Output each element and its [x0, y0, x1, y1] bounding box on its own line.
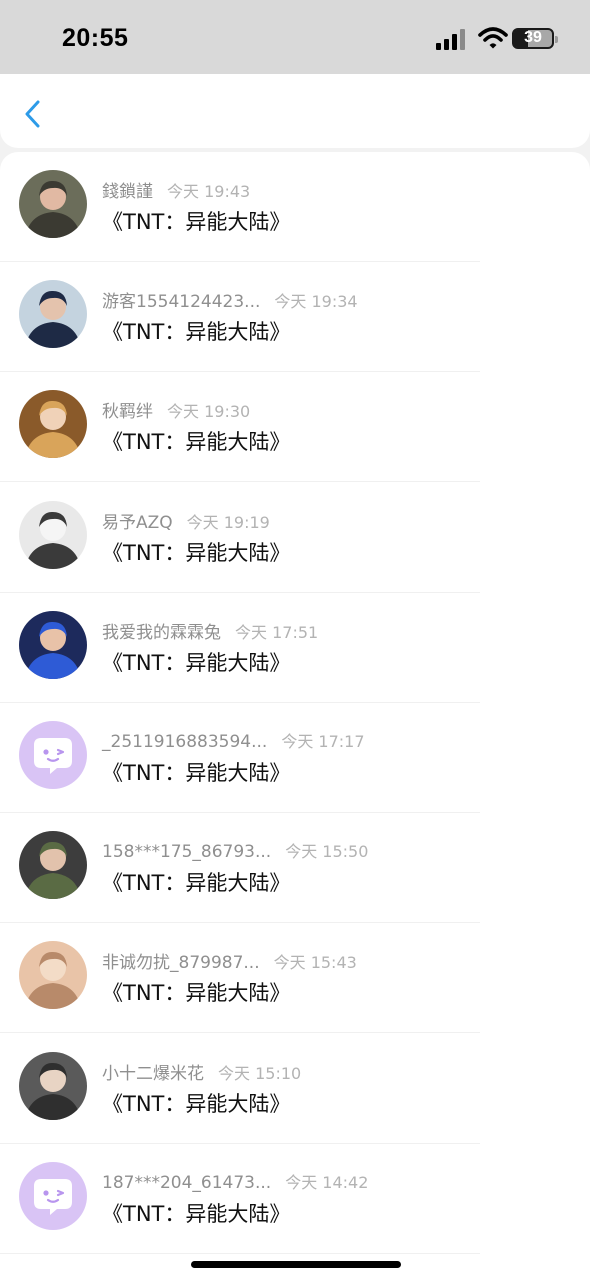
message-text: 《TNT：异能大陆》 — [102, 1201, 291, 1226]
timestamp: 今天 14:42 — [285, 1172, 369, 1192]
username[interactable]: 錢鎖謹 — [102, 177, 153, 202]
username[interactable]: 187***204_61473... — [102, 1173, 271, 1193]
home-bar — [0, 1254, 590, 1280]
list-item[interactable]: 非诚勿扰_879987... 今天 15:43 《TNT：异能大陆》 — [0, 923, 590, 1034]
item-meta: 小十二爆米花 今天 15:10 — [102, 1059, 302, 1084]
message-text: 《TNT：异能大陆》 — [102, 761, 291, 785]
list-item[interactable]: 秋羁绊 今天 19:30 《TNT：异能大陆》 — [0, 372, 590, 483]
list-item[interactable]: 我爱我的霖霖兔 今天 17:51 《TNT：异能大陆》 — [0, 593, 590, 703]
message-list: 錢鎖謹 今天 19:43 《TNT：异能大陆》 游客1554124423... 今天 1… — [0, 152, 590, 1254]
item-meta: 易予AZQ 今天 19:19 — [102, 508, 270, 533]
message-text: 《TNT：异能大陆》 — [102, 650, 291, 675]
timestamp: 今天 15:10 — [218, 1063, 302, 1083]
avatar[interactable] — [19, 280, 87, 349]
message-text: 《TNT：异能大陆》 — [102, 320, 291, 345]
item-meta: 非诚勿扰_879987... 今天 15:43 — [102, 948, 357, 973]
list-item[interactable]: _2511916883594... 今天 17:17 《TNT：异能大陆》 — [0, 703, 590, 813]
wifi-icon — [478, 27, 508, 49]
list-item[interactable]: 易予AZQ 今天 19:19 《TNT：异能大陆》 — [0, 483, 590, 593]
item-meta: 秋羁绊 今天 19:30 — [102, 397, 251, 422]
message-text: 《TNT：异能大陆》 — [102, 210, 291, 234]
avatar[interactable] — [19, 170, 87, 238]
avatar-default-chat-icon[interactable] — [19, 721, 87, 789]
avatar-default-chat-icon[interactable] — [19, 1161, 87, 1230]
avatar[interactable] — [19, 1051, 87, 1120]
avatar[interactable] — [19, 610, 87, 679]
item-meta: 我爱我的霖霖兔 今天 17:51 — [102, 618, 319, 643]
back-button[interactable] — [14, 94, 54, 134]
username[interactable]: 我爱我的霖霖兔 — [102, 618, 221, 643]
status-bar: 20:55 39 — [0, 0, 590, 74]
item-meta: 187***204_61473... 今天 14:42 — [102, 1169, 368, 1193]
message-text: 《TNT：异能大陆》 — [102, 540, 291, 565]
username[interactable]: 158***175_86793... — [102, 842, 271, 862]
item-meta: 158***175_86793... 今天 15:50 — [102, 838, 368, 862]
timestamp: 今天 17:17 — [281, 732, 365, 751]
avatar[interactable] — [19, 390, 87, 459]
signal-icon — [436, 29, 465, 50]
status-time: 20:55 — [62, 24, 129, 52]
list-item[interactable]: 錢鎖謹 今天 19:43 《TNT：异能大陆》 — [0, 152, 590, 262]
message-text: 《TNT：异能大陆》 — [102, 981, 291, 1006]
timestamp: 今天 19:43 — [167, 182, 251, 201]
battery-icon: 39 — [512, 28, 558, 49]
avatar[interactable] — [19, 500, 87, 569]
username[interactable]: 易予AZQ — [102, 508, 173, 533]
message-text: 《TNT：异能大陆》 — [102, 1091, 291, 1116]
username[interactable]: 游客1554124423... — [102, 287, 260, 312]
timestamp: 今天 19:34 — [274, 292, 358, 312]
list-item[interactable]: 158***175_86793... 今天 15:50 《TNT：异能大陆》 — [0, 813, 590, 924]
home-indicator[interactable] — [191, 1261, 401, 1268]
list-item[interactable]: 小十二爆米花 今天 15:10 《TNT：异能大陆》 — [0, 1034, 590, 1144]
chevron-left-icon — [25, 100, 40, 128]
username[interactable]: 小十二爆米花 — [102, 1059, 204, 1084]
timestamp: 今天 15:50 — [285, 842, 369, 862]
message-text: 《TNT：异能大陆》 — [102, 430, 291, 455]
avatar[interactable] — [19, 831, 87, 900]
timestamp: 今天 19:19 — [186, 512, 270, 532]
nav-bar — [0, 74, 590, 148]
username[interactable]: 秋羁绊 — [102, 397, 153, 422]
username[interactable]: 非诚勿扰_879987... — [102, 948, 260, 973]
message-text: 《TNT：异能大陆》 — [102, 871, 291, 896]
username[interactable]: _2511916883594... — [102, 732, 267, 752]
item-meta: 錢鎖謹 今天 19:43 — [102, 177, 251, 202]
avatar[interactable] — [19, 941, 87, 1010]
battery-level: 39 — [524, 29, 542, 46]
timestamp: 今天 17:51 — [235, 622, 319, 642]
list-item[interactable]: 游客1554124423... 今天 19:34 《TNT：异能大陆》 — [0, 262, 590, 373]
item-meta: _2511916883594... 今天 17:17 — [102, 728, 365, 752]
item-meta: 游客1554124423... 今天 19:34 — [102, 287, 358, 312]
timestamp: 今天 15:43 — [273, 953, 357, 973]
list-item[interactable]: 187***204_61473... 今天 14:42 《TNT：异能大陆》 — [0, 1144, 590, 1254]
timestamp: 今天 19:30 — [167, 402, 251, 422]
